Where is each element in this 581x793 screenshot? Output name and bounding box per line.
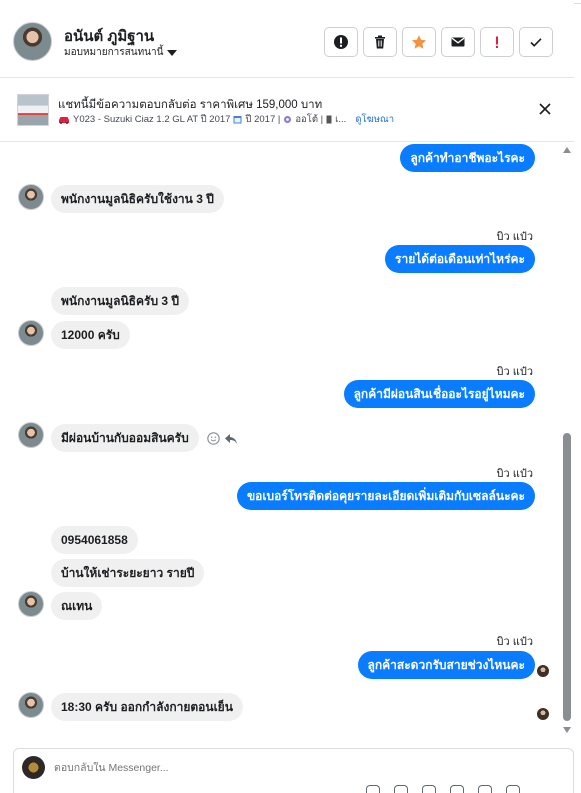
outgoing-message: ลูกค้ามีผ่อนสินเชื่ออะไรอยู่ไหมคะ — [343, 380, 535, 408]
contact-avatar-small — [18, 184, 44, 210]
message-actions — [207, 432, 238, 445]
conversation-header: อนันต์ ภูมิฐาน มอบหมายการสนทนานี้ — [0, 0, 574, 78]
calendar-icon — [233, 116, 242, 124]
incoming-message[interactable]: ณเทน — [51, 592, 103, 620]
incoming-message[interactable]: พนักงานมูลนิธิครับ 3 ปี — [51, 287, 190, 315]
mark-unread-button[interactable] — [441, 27, 475, 57]
message-bubble[interactable]: ลูกค้ามีผ่อนสินเชื่ออะไรอยู่ไหมคะ — [343, 380, 535, 408]
close-icon[interactable] — [536, 100, 554, 118]
incoming-message[interactable]: มีผ่อนบ้านกับออมสินครับ — [51, 424, 199, 452]
fuel-icon — [326, 115, 332, 124]
caret-down-icon — [167, 49, 178, 56]
seen-avatar — [537, 708, 549, 720]
sender-name: บิว แป๋ว — [496, 231, 533, 243]
page-avatar — [22, 756, 45, 779]
message-bubble[interactable]: ขอเบอร์โทรติดต่อคุยรายละเอียดเพิ่มเติมกั… — [236, 482, 535, 510]
contact-avatar-small — [18, 591, 44, 617]
sender-name: บิว แป๋ว — [496, 366, 533, 378]
flag-button[interactable] — [480, 27, 514, 57]
spam-button[interactable] — [324, 27, 358, 57]
seen-avatar — [537, 665, 549, 677]
attach-icon[interactable] — [366, 785, 380, 793]
scrollbar-thumb[interactable] — [563, 433, 571, 721]
outgoing-message: รายได้ต่อเดือนเท่าไหร่คะ — [385, 245, 535, 273]
incoming-message[interactable]: 12000 ครับ — [51, 321, 130, 349]
conversation-actions — [324, 27, 553, 57]
reply-icon[interactable] — [224, 433, 238, 445]
gif-icon[interactable] — [478, 785, 492, 793]
incoming-message[interactable]: 18:30 ครับ ออกกำลังกายตอนเย็น — [51, 693, 243, 721]
react-smiley-icon[interactable] — [207, 432, 220, 445]
sticker-icon[interactable] — [506, 785, 520, 793]
outgoing-message: ขอเบอร์โทรติดต่อคุยรายละเอียดเพิ่มเติมกั… — [236, 482, 535, 510]
listing-year: ปี 2017 | — [245, 114, 281, 125]
trash-icon — [375, 35, 385, 49]
listing-extra: เ... — [335, 114, 347, 125]
car-icon — [59, 117, 69, 124]
reply-composer — [13, 748, 574, 793]
exclamation-icon — [496, 36, 498, 48]
composer-toolbar — [366, 785, 520, 793]
listing-details: Y023 - Suzuki Ciaz 1.2 GL AT ปี 2017 ปี … — [58, 112, 394, 127]
star-icon — [412, 35, 426, 49]
scroll-up-arrow-icon[interactable] — [563, 147, 571, 153]
message-thread[interactable]: ลูกค้าทำอาชีพอะไรคะ พนักงานมูลนิธิครับใช… — [0, 143, 561, 738]
listing-thumbnail[interactable] — [17, 94, 49, 126]
outgoing-message: ลูกค้าทำอาชีพอะไรคะ — [400, 144, 535, 172]
scroll-down-arrow-icon[interactable] — [563, 727, 571, 733]
listing-transmission: ออโต้ | — [295, 114, 324, 125]
assign-conversation-dropdown[interactable]: มอบหมายการสนทนานี้ — [64, 45, 178, 60]
contact-avatar-small — [18, 422, 44, 448]
emoji-icon[interactable] — [450, 785, 464, 793]
gear-icon — [284, 116, 292, 123]
reply-input[interactable] — [54, 762, 454, 774]
message-bubble[interactable]: รายได้ต่อเดือนเท่าไหร่คะ — [385, 245, 535, 273]
contact-avatar[interactable] — [13, 22, 52, 61]
listing-context-bar: แชทนี้มีข้อความตอบกลับต่อ ราคาพิเศษ 159,… — [0, 79, 574, 142]
tag-icon[interactable] — [422, 785, 436, 793]
delete-button[interactable] — [363, 27, 397, 57]
done-button[interactable] — [519, 27, 553, 57]
alert-circle-icon — [334, 35, 348, 49]
listing-model: Y023 - Suzuki Ciaz 1.2 GL AT ปี 2017 — [73, 114, 231, 125]
incoming-message[interactable]: พนักงานมูลนิธิครับใช้งาน 3 ปี — [51, 185, 224, 213]
message-bubble[interactable]: ลูกค้าทำอาชีพอะไรคะ — [400, 144, 535, 172]
contact-avatar-small — [18, 692, 44, 718]
sender-name: บิว แป๋ว — [496, 468, 533, 480]
view-ad-link[interactable]: ดูโฆษณา — [355, 112, 394, 127]
outgoing-message: ลูกค้าสะดวกรับสายช่วงไหนคะ — [357, 651, 535, 679]
check-icon — [530, 38, 542, 47]
incoming-message[interactable]: 0954061858 — [51, 526, 138, 554]
assign-label: มอบหมายการสนทนานี้ — [64, 47, 164, 58]
contact-avatar-small — [18, 320, 44, 346]
envelope-icon — [451, 37, 465, 47]
sender-name: บิว แป๋ว — [496, 636, 533, 648]
message-bubble[interactable]: ลูกค้าสะดวกรับสายช่วงไหนคะ — [357, 651, 535, 679]
image-icon[interactable] — [394, 785, 408, 793]
star-button[interactable] — [402, 27, 436, 57]
incoming-message[interactable]: บ้านให้เช่าระยะยาว รายปี — [51, 559, 205, 587]
thread-scrollbar[interactable] — [561, 143, 574, 738]
